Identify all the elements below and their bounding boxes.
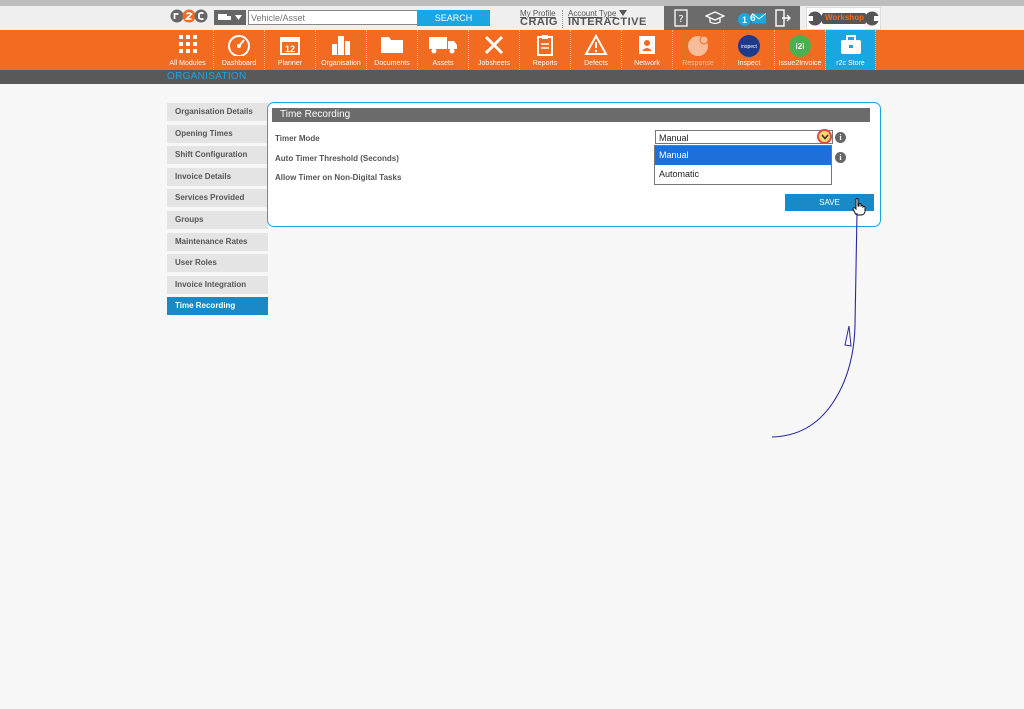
- annotation-arrow: [771, 212, 858, 438]
